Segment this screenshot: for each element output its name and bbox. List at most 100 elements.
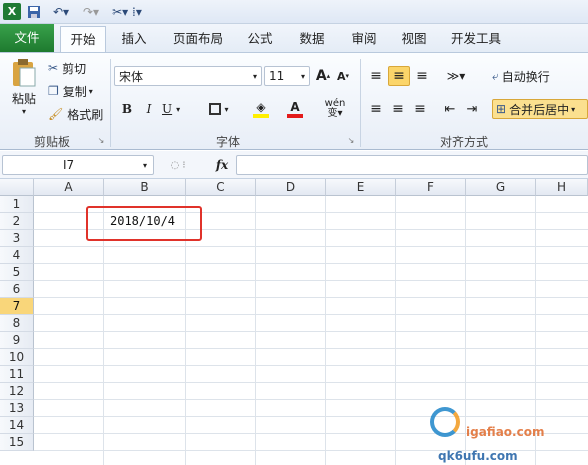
border-button[interactable]: ▾ [204, 99, 234, 119]
underline-button[interactable]: U ▾ [162, 99, 190, 119]
fill-color-button[interactable]: ◈ [246, 99, 276, 119]
row-header-1[interactable]: 1 [0, 196, 34, 213]
cut-label: 剪切 [62, 61, 87, 76]
tab-insert[interactable]: 插入 [114, 26, 154, 52]
format-painter-icon: 🖌 [48, 107, 64, 121]
divider [360, 59, 361, 147]
gridline [34, 331, 588, 332]
decrease-indent-button[interactable]: ⇤ [440, 99, 460, 119]
row-header-9[interactable]: 9 [0, 332, 34, 349]
tab-page-layout[interactable]: 页面布局 [166, 26, 230, 52]
chevron-down-icon: ▾ [252, 71, 257, 81]
row-header-15[interactable]: 15 [0, 434, 34, 451]
spreadsheet-grid[interactable]: A B C D E F G H 1 2 3 4 5 6 7 8 9 10 11 … [0, 179, 588, 465]
tab-view[interactable]: 视图 [394, 26, 434, 52]
row-header-11[interactable]: 11 [0, 366, 34, 383]
row-header-10[interactable]: 10 [0, 349, 34, 366]
row-header-7[interactable]: 7 [0, 298, 34, 315]
grow-font-button[interactable]: A ▴ [314, 66, 332, 86]
column-header-e[interactable]: E [326, 179, 396, 196]
tab-formulas[interactable]: 公式 [240, 26, 280, 52]
gridline [34, 263, 588, 264]
highlight-box [86, 206, 202, 241]
paste-icon [13, 59, 36, 87]
chevron-down-icon: ▾ [300, 71, 305, 81]
font-size-value: 11 [269, 69, 285, 83]
name-box[interactable]: I7 ▾ [2, 155, 154, 175]
quick-access-toolbar: X ↶▾ ↷▾ ✂▾ ⁞▾ [0, 0, 588, 24]
italic-button[interactable]: I [140, 99, 158, 119]
gridline [34, 314, 588, 315]
gridline [34, 297, 588, 298]
align-bottom-button[interactable]: ≡ [412, 66, 432, 86]
align-top-button[interactable]: ≡ [366, 66, 386, 86]
cut-button[interactable]: ✂ 剪切 [48, 59, 98, 77]
align-left-button[interactable]: ≡ [366, 99, 386, 119]
merge-icon: ⊞ [496, 102, 507, 116]
align-center-button[interactable]: ≡ [388, 99, 408, 119]
clipboard-group-label: 剪贴板 [34, 135, 71, 149]
paste-button[interactable]: 粘贴 ▾ [6, 57, 42, 117]
column-header-b[interactable]: B [104, 179, 186, 196]
column-header-a[interactable]: A [34, 179, 104, 196]
watermark-text: qk6ufu.com [438, 449, 518, 463]
row-header-8[interactable]: 8 [0, 315, 34, 332]
format-painter-button[interactable]: 🖌 格式刷 [48, 105, 106, 123]
formula-input[interactable] [236, 155, 588, 175]
align-right-button[interactable]: ≡ [410, 99, 430, 119]
shrink-font-button[interactable]: A ▾ [334, 66, 352, 86]
orientation-button[interactable]: ≫▾ [442, 66, 470, 86]
column-header-g[interactable]: G [466, 179, 536, 196]
row-header-12[interactable]: 12 [0, 383, 34, 400]
dialog-launcher-icon[interactable]: ↘ [346, 135, 356, 145]
select-all-corner[interactable] [0, 179, 34, 196]
font-name-select[interactable]: 宋体 ▾ [114, 66, 262, 86]
tab-review[interactable]: 审阅 [344, 26, 384, 52]
save-icon[interactable] [26, 3, 42, 20]
row-header-3[interactable]: 3 [0, 230, 34, 247]
row-header-2[interactable]: 2 [0, 213, 34, 230]
row-header-13[interactable]: 13 [0, 400, 34, 417]
font-color-icon: A [290, 99, 300, 114]
gridline [34, 348, 588, 349]
excel-logo-icon: X [3, 3, 21, 20]
expand-handle-icon[interactable]: ◌ ⁝ [160, 156, 196, 174]
gridline [34, 382, 588, 383]
bold-button[interactable]: B [118, 99, 136, 119]
merge-center-button[interactable]: ⊞ 合并后居中 ▾ [492, 99, 588, 119]
ribbon-tabs: 文件 开始 插入 页面布局 公式 数据 审阅 视图 开发工具 [0, 24, 588, 53]
row-header-6[interactable]: 6 [0, 281, 34, 298]
column-header-d[interactable]: D [256, 179, 326, 196]
column-header-h[interactable]: H [536, 179, 588, 196]
column-header-f[interactable]: F [396, 179, 466, 196]
watermark-circle-icon [430, 407, 460, 437]
tab-file[interactable]: 文件 [0, 24, 54, 52]
tab-developer[interactable]: 开发工具 [444, 26, 508, 52]
fill-bucket-icon: ◈ [256, 99, 266, 114]
row-header-14[interactable]: 14 [0, 417, 34, 434]
watermark-url: igafiao.com [466, 425, 545, 439]
tab-home[interactable]: 开始 [60, 26, 106, 53]
gridline [34, 246, 588, 247]
column-header-c[interactable]: C [186, 179, 256, 196]
insert-function-button[interactable]: fx [212, 156, 232, 174]
row-header-5[interactable]: 5 [0, 264, 34, 281]
copy-label: 复制 [62, 84, 87, 99]
undo-icon[interactable]: ↶▾ [48, 3, 74, 20]
format-painter-label: 格式刷 [67, 107, 104, 122]
tab-data[interactable]: 数据 [292, 26, 332, 52]
copy-button[interactable]: ❐ 复制 ▾ [48, 82, 104, 100]
dialog-launcher-icon[interactable]: ↘ [96, 135, 106, 145]
font-group-label: 字体 [216, 135, 241, 149]
align-middle-button[interactable]: ≡ [388, 66, 410, 86]
customize-icon[interactable]: ✂▾ ⁞▾ [110, 3, 144, 20]
wrap-text-button[interactable]: ⤶ 自动换行 [492, 66, 570, 86]
chevron-down-icon: ▾ [21, 107, 26, 116]
font-size-select[interactable]: 11 ▾ [264, 66, 310, 86]
gridline [34, 365, 588, 366]
row-header-4[interactable]: 4 [0, 247, 34, 264]
font-color-button[interactable]: A [280, 99, 310, 119]
redo-icon[interactable]: ↷▾ [78, 3, 104, 20]
increase-indent-button[interactable]: ⇥ [462, 99, 482, 119]
phonetic-button[interactable]: wén 变▾ [318, 99, 352, 119]
